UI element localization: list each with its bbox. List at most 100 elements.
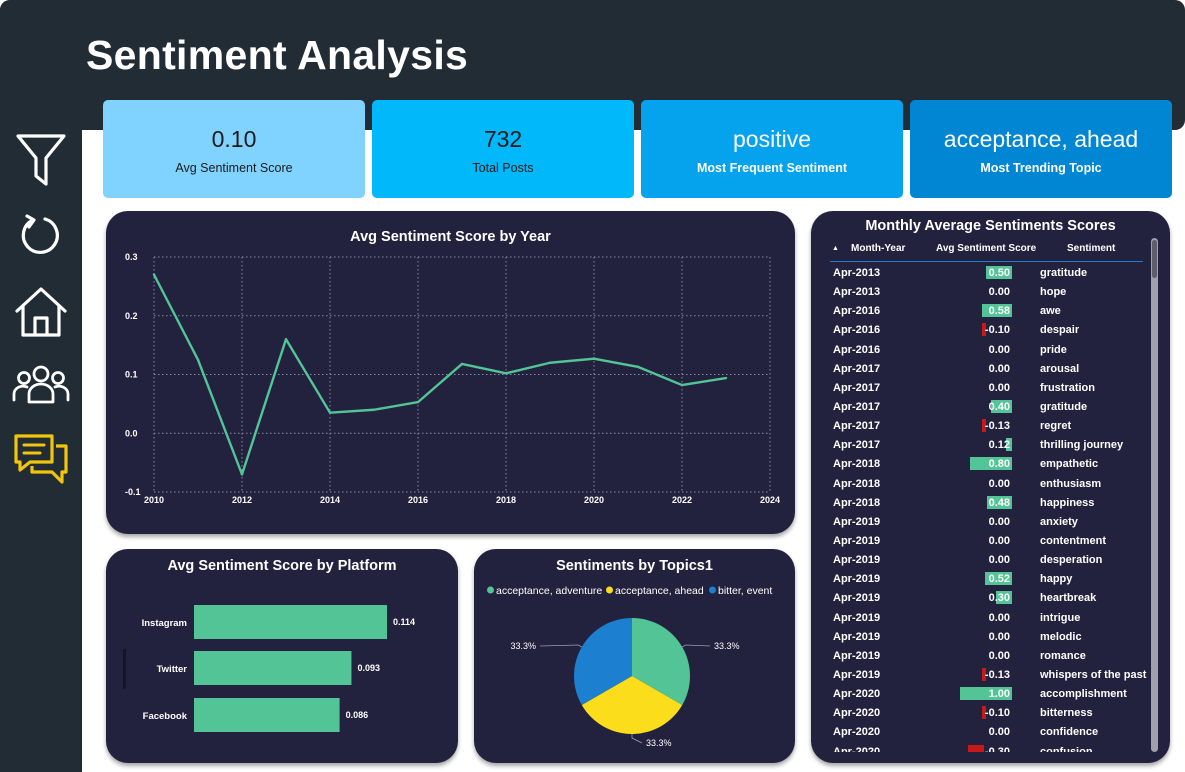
data-point bbox=[680, 383, 684, 387]
pie-value-label: 33.3% bbox=[714, 641, 740, 651]
cell-score: 0.00 bbox=[988, 611, 1010, 624]
table-row[interactable]: Apr-2020 0.00 confidence bbox=[830, 723, 1150, 742]
cell-score: 0.12 bbox=[988, 439, 1010, 452]
table-row[interactable]: Apr-2017 -0.13 regret bbox=[830, 417, 1150, 436]
cell-month: Apr-2019 bbox=[833, 534, 881, 547]
table-scrollbar-thumb[interactable] bbox=[1152, 240, 1157, 278]
bar-category-label: Instagram bbox=[142, 618, 187, 629]
cell-month: Apr-2018 bbox=[833, 496, 881, 509]
table-row[interactable]: Apr-2017 0.00 arousal bbox=[830, 360, 1150, 379]
x-tick-label: 2020 bbox=[584, 495, 604, 505]
table-row[interactable]: Apr-2019 0.30 heartbreak bbox=[830, 589, 1150, 608]
cell-month: Apr-2017 bbox=[833, 362, 881, 375]
data-point bbox=[196, 358, 200, 362]
x-tick-label: 2022 bbox=[672, 495, 692, 505]
cell-score: -0.30 bbox=[984, 745, 1010, 752]
cell-score: 0.40 bbox=[988, 400, 1010, 413]
sort-indicator-icon[interactable]: ▲ bbox=[832, 245, 839, 252]
x-tick-label: 2016 bbox=[408, 495, 428, 505]
axis-marker bbox=[123, 649, 126, 689]
table-row[interactable]: Apr-2017 0.12 thrilling journey bbox=[830, 436, 1150, 455]
data-point bbox=[328, 411, 332, 414]
cell-month: Apr-2019 bbox=[833, 668, 881, 681]
kpi-value: 732 bbox=[483, 126, 523, 152]
y-tick-label: 0.0 bbox=[125, 428, 138, 438]
pie-value-label: 33.3% bbox=[646, 738, 672, 748]
cell-score: 0.00 bbox=[988, 726, 1010, 739]
x-tick-label: 2012 bbox=[232, 495, 252, 505]
table-row[interactable]: Apr-2018 0.00 enthusiasm bbox=[830, 475, 1150, 494]
table-row[interactable]: Apr-2019 0.00 melodic bbox=[830, 628, 1150, 647]
table-row[interactable]: Apr-2013 0.50 gratitude bbox=[830, 264, 1150, 283]
table-row[interactable]: Apr-2016 0.00 pride bbox=[830, 341, 1150, 360]
refresh-icon[interactable] bbox=[12, 206, 70, 264]
cell-sentiment: gratitude bbox=[1040, 400, 1088, 413]
chat-icon[interactable] bbox=[12, 431, 70, 489]
line-chart: -0.1 0.0 0.1 0.2 0.3 2010 2012 2014 2016 2018 2020… bbox=[125, 252, 780, 505]
table-row[interactable]: Apr-2019 0.00 desperation bbox=[830, 551, 1150, 570]
cell-month: Apr-2019 bbox=[833, 573, 881, 586]
cell-score: 1.00 bbox=[988, 688, 1010, 701]
table-row[interactable]: Apr-2013 0.00 hope bbox=[830, 283, 1150, 302]
bar bbox=[194, 605, 387, 639]
score-bar bbox=[967, 744, 984, 752]
cell-score: 0.00 bbox=[988, 554, 1010, 567]
table-body: Apr-2013 0.50 gratitude Apr-2013 0.00 hope Apr… bbox=[830, 264, 1150, 752]
table-row[interactable]: Apr-2019 0.52 happy bbox=[830, 570, 1150, 589]
table-row[interactable]: Apr-2016 0.58 awe bbox=[830, 302, 1150, 321]
cell-month: Apr-2016 bbox=[833, 305, 881, 318]
cell-month: Apr-2019 bbox=[833, 649, 881, 662]
cell-month: Apr-2020 bbox=[833, 688, 881, 701]
table-row[interactable]: Apr-2019 -0.13 whispers of the past bbox=[830, 666, 1150, 685]
data-point bbox=[372, 408, 376, 411]
table-row[interactable]: Apr-2019 0.00 contentment bbox=[830, 532, 1150, 551]
y-tick-label: 0.3 bbox=[125, 252, 138, 262]
cell-month: Apr-2013 bbox=[833, 267, 881, 279]
column-header-month[interactable]: Month-Year bbox=[851, 243, 905, 254]
cell-sentiment: whispers of the past bbox=[1040, 668, 1147, 681]
x-tick-label: 2024 bbox=[760, 495, 780, 505]
cell-month: Apr-2019 bbox=[833, 515, 881, 528]
table-row[interactable]: Apr-2018 0.80 empathetic bbox=[830, 455, 1150, 474]
cell-month: Apr-2017 bbox=[833, 420, 881, 433]
cell-score: 0.30 bbox=[988, 592, 1010, 605]
cell-month: Apr-2017 bbox=[833, 400, 881, 413]
bar-chart-panel: Avg Sentiment Score by Platform Instagra… bbox=[106, 549, 458, 763]
filter-icon[interactable] bbox=[12, 131, 70, 189]
cell-month: Apr-2013 bbox=[833, 286, 881, 299]
table-row[interactable]: Apr-2020 1.00 accomplishment bbox=[830, 685, 1150, 704]
cell-sentiment: heartbreak bbox=[1040, 592, 1097, 605]
cell-score: 0.50 bbox=[988, 267, 1010, 279]
table-scrollbar[interactable] bbox=[1151, 238, 1158, 752]
data-point bbox=[724, 376, 728, 380]
table-header: ▲ Month-Year Avg Sentiment Score Sentime… bbox=[830, 242, 1143, 262]
cell-sentiment: anxiety bbox=[1040, 515, 1078, 528]
table-row[interactable]: Apr-2019 0.00 anxiety bbox=[830, 513, 1150, 532]
table-row[interactable]: Apr-2019 0.00 intrigue bbox=[830, 609, 1150, 628]
pie-value-label: 33.3% bbox=[510, 641, 536, 651]
column-header-sentiment[interactable]: Sentiment bbox=[1067, 243, 1115, 254]
table-row[interactable]: Apr-2016 -0.10 despair bbox=[830, 321, 1150, 340]
cell-score: 0.00 bbox=[988, 343, 1010, 356]
table-row[interactable]: Apr-2018 0.48 happiness bbox=[830, 494, 1150, 513]
home-icon[interactable] bbox=[12, 283, 70, 341]
legend-label: bitter, event bbox=[718, 585, 772, 597]
table-row[interactable]: Apr-2017 0.00 frustration bbox=[830, 379, 1150, 398]
line-series bbox=[152, 274, 727, 476]
bar-category-label: Twitter bbox=[157, 664, 188, 675]
bar-value-label: 0.086 bbox=[346, 710, 369, 720]
kpi-card-avg-sentiment: 0.10 Avg Sentiment Score bbox=[103, 100, 365, 198]
x-tick-label: 2010 bbox=[144, 495, 164, 505]
users-icon[interactable] bbox=[12, 355, 70, 413]
table-row[interactable]: Apr-2020 -0.30 confusion bbox=[830, 743, 1150, 752]
pie-chart-panel: Sentiments by Topics1 acceptance, advent… bbox=[474, 549, 795, 763]
table-row[interactable]: Apr-2017 0.40 gratitude bbox=[830, 398, 1150, 417]
column-header-score[interactable]: Avg Sentiment Score bbox=[936, 243, 1036, 254]
data-point bbox=[416, 400, 420, 404]
table-row[interactable]: Apr-2020 -0.10 bitterness bbox=[830, 704, 1150, 723]
kpi-card-total-posts: 732 Total Posts bbox=[372, 100, 634, 198]
x-tick-label: 2018 bbox=[496, 495, 516, 505]
y-tick-label: -0.1 bbox=[125, 487, 141, 497]
cell-sentiment: happiness bbox=[1040, 496, 1095, 509]
table-row[interactable]: Apr-2019 0.00 romance bbox=[830, 647, 1150, 666]
